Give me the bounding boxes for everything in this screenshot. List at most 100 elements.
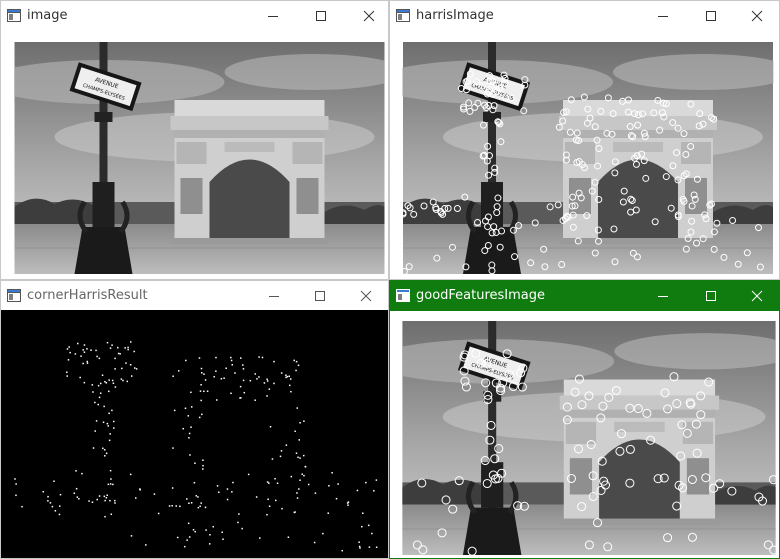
app-window-icon [396, 9, 410, 22]
corner-point [130, 341, 132, 343]
corner-marker [625, 478, 635, 488]
window-good-features-image[interactable]: goodFeaturesImage AVENUE CHAMPS-ELYSÉES [389, 280, 780, 559]
corner-marker [486, 420, 496, 430]
corner-marker [491, 168, 499, 176]
corner-point [208, 543, 211, 545]
corner-marker [595, 196, 603, 204]
corner-marker [480, 456, 490, 466]
corner-marker [619, 97, 627, 105]
corner-point [15, 483, 17, 485]
corner-point [112, 420, 115, 423]
titlebar[interactable]: cornerHarrisResult [1, 281, 388, 311]
corner-marker [459, 366, 469, 376]
corner-point [114, 357, 116, 360]
corner-point [275, 499, 277, 502]
corner-marker [546, 203, 554, 211]
close-button[interactable] [346, 1, 388, 31]
corner-point [202, 464, 204, 467]
titlebar[interactable]: goodFeaturesImage [390, 281, 779, 311]
corner-marker [669, 372, 679, 382]
corner-marker [611, 169, 619, 177]
corner-point [99, 392, 102, 394]
corner-marker [619, 198, 627, 206]
corner-point [313, 541, 316, 544]
corner-point [189, 454, 191, 456]
corner-marker [640, 157, 648, 165]
titlebar[interactable]: harrisImage [390, 1, 779, 31]
corner-marker [755, 224, 763, 232]
corner-point [197, 496, 199, 498]
maximize-icon [316, 11, 326, 21]
corner-marker [493, 203, 501, 211]
corner-marker [626, 123, 634, 131]
corner-marker [611, 158, 619, 166]
corner-point [117, 352, 120, 355]
corner-point [193, 481, 196, 484]
close-button[interactable] [734, 281, 779, 311]
corner-marker [577, 502, 587, 512]
corner-point [47, 500, 49, 502]
corner-marker [481, 378, 491, 388]
corner-point [119, 353, 121, 355]
window-image[interactable]: image AVENUE CHAMPS-ELYSÉES [0, 0, 389, 280]
window-harris-image[interactable]: harrisImage AVENUE CHAMPS-ELYSÉES [389, 0, 780, 280]
minimize-button[interactable] [250, 1, 296, 31]
corner-point [358, 541, 360, 543]
corner-point [171, 505, 173, 507]
corner-marker [405, 263, 413, 271]
corner-marker [490, 223, 498, 231]
corner-point [205, 529, 207, 531]
corner-marker [769, 545, 776, 555]
minimize-button[interactable] [640, 281, 686, 311]
corner-marker [574, 444, 584, 454]
corner-marker [662, 173, 670, 181]
corner-point [47, 495, 49, 498]
corner-marker [593, 136, 601, 144]
corner-marker [707, 200, 715, 208]
corner-point [195, 495, 198, 497]
corner-marker [517, 382, 527, 392]
maximize-button[interactable] [688, 1, 734, 31]
corner-point [365, 481, 367, 484]
corner-marker [634, 121, 642, 129]
corner-point [337, 483, 339, 485]
titlebar[interactable]: image [1, 1, 388, 31]
corner-point [368, 546, 371, 548]
corner-point [256, 378, 258, 380]
maximize-button[interactable] [688, 281, 734, 311]
corner-point [188, 432, 191, 435]
window-corner-harris-result[interactable]: cornerHarrisResult [0, 280, 389, 559]
corner-point [111, 344, 113, 346]
minimize-button[interactable] [640, 1, 686, 31]
corner-marker [684, 234, 692, 242]
corner-marker [701, 211, 709, 219]
corner-point [298, 488, 300, 490]
maximize-button[interactable] [297, 281, 343, 311]
corner-marker [598, 401, 608, 411]
corner-point [102, 447, 104, 450]
corner-marker [596, 413, 606, 423]
corner-marker [474, 218, 482, 226]
corner-marker [510, 226, 518, 234]
corner-point [371, 532, 373, 535]
corner-point [268, 388, 271, 390]
corner-point [271, 458, 274, 460]
minimize-button[interactable] [251, 281, 297, 311]
corner-point [359, 547, 361, 549]
corner-marker [559, 117, 567, 125]
corner-point [273, 360, 275, 363]
corner-point [110, 513, 113, 516]
corner-point [101, 374, 104, 377]
corner-point [290, 475, 293, 478]
close-button[interactable] [734, 1, 779, 31]
corner-point [82, 349, 84, 351]
corner-point [111, 379, 114, 382]
corner-point [204, 379, 207, 381]
corner-point [58, 513, 61, 516]
maximize-button[interactable] [298, 1, 344, 31]
corner-point [82, 362, 84, 365]
corner-marker [713, 219, 721, 227]
corner-point [109, 499, 111, 502]
close-button[interactable] [343, 281, 388, 311]
corner-point [109, 483, 112, 485]
